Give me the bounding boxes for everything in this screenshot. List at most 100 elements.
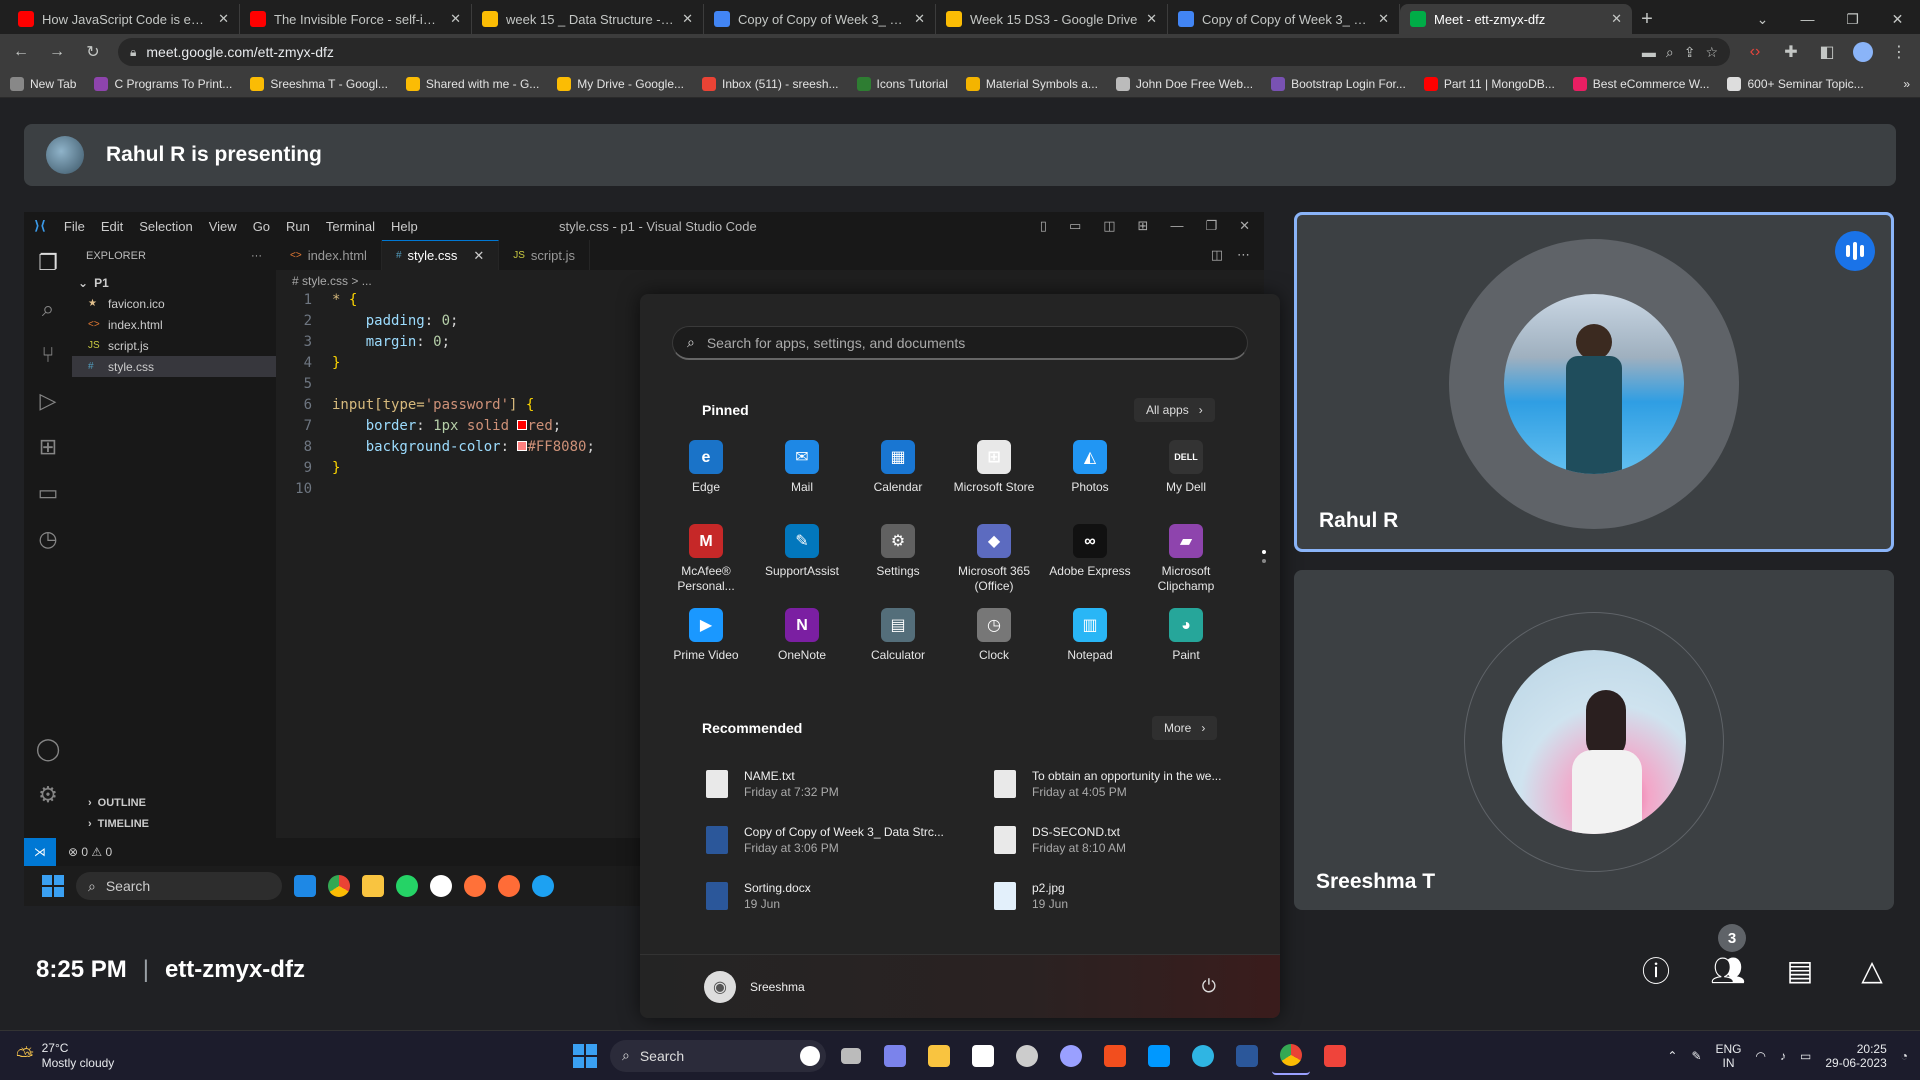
dell-icon[interactable] [1008, 1037, 1046, 1075]
remote-explorer-icon[interactable]: ▭ [24, 470, 72, 516]
split-icon[interactable]: ◫ [1103, 218, 1115, 234]
tab-close-icon[interactable]: ✕ [218, 11, 229, 27]
pinned-app[interactable]: ⊞ Microsoft Store [946, 440, 1042, 524]
pinned-app[interactable]: ▥ Notepad [1042, 608, 1138, 692]
timeline-section[interactable]: › TIMELINE [72, 813, 276, 834]
bookmark-item[interactable]: Part 11 | MongoDB... [1423, 76, 1555, 91]
pen-icon[interactable]: ✎ [1691, 1049, 1701, 1063]
minimize-icon[interactable]: — [1785, 4, 1830, 34]
editor-tab[interactable]: # style.css ✕ [381, 240, 500, 270]
file-item[interactable]: # style.css [72, 356, 276, 377]
browser-tab[interactable]: week 15 _ Data Structure - Goog ✕ [472, 4, 704, 34]
browser-tab[interactable]: How JavaScript Code is executed ✕ [8, 4, 240, 34]
side-panel-icon[interactable]: ◧ [1816, 41, 1838, 63]
tab-close-icon[interactable]: ✕ [914, 11, 925, 27]
camera-icon[interactable]: ▬ [1642, 44, 1656, 60]
share-icon[interactable]: ⇪ [1684, 44, 1696, 61]
explorer-more-icon[interactable]: ··· [251, 250, 262, 262]
bookmark-item[interactable]: Inbox (511) - sreesh... [702, 76, 839, 91]
whatsapp-taskbar-icon[interactable] [396, 875, 418, 897]
edge-icon[interactable] [1184, 1037, 1222, 1075]
folder-row[interactable]: ⌄ P1 [72, 272, 276, 293]
recommended-item[interactable]: NAME.txt Friday at 7:32 PM [706, 762, 966, 806]
app-icon[interactable] [1052, 1037, 1090, 1075]
teams-chat-icon[interactable] [876, 1037, 914, 1075]
chat-icon[interactable]: ▤ [1778, 948, 1822, 992]
recommended-item[interactable]: DS-SECOND.txt Friday at 8:10 AM [994, 818, 1254, 862]
pinned-app[interactable]: ◭ Photos [1042, 440, 1138, 524]
minimize-icon[interactable]: — [1170, 218, 1183, 234]
clock-date[interactable]: 29-06-2023 [1825, 1056, 1886, 1070]
pinned-app[interactable]: ◆ Microsoft 365 (Office) [946, 524, 1042, 608]
language-top[interactable]: ENG [1716, 1042, 1742, 1056]
tab-close-icon[interactable]: ✕ [1146, 11, 1157, 27]
vscode-icon[interactable] [1140, 1037, 1178, 1075]
pinned-app[interactable]: ▦ Calendar [850, 440, 946, 524]
menu-item[interactable]: Run [286, 219, 310, 234]
bookmark-item[interactable]: New Tab [10, 76, 76, 91]
pinned-app[interactable]: ⚙ Settings [850, 524, 946, 608]
start-search-box[interactable]: ⌕ Search for apps, settings, and documen… [672, 326, 1248, 360]
new-tab-button[interactable]: + [1632, 4, 1662, 34]
wifi-icon[interactable]: ◠ [1756, 1049, 1766, 1063]
bookmark-item[interactable]: Bootstrap Login For... [1271, 76, 1406, 91]
pinned-app[interactable]: ✎ SupportAssist [754, 524, 850, 608]
recommended-item[interactable]: p2.jpg 19 Jun [994, 874, 1254, 918]
task-view-icon[interactable] [832, 1037, 870, 1075]
pinned-app[interactable]: DELL My Dell [1138, 440, 1234, 524]
extensions-icon[interactable]: ⊞ [24, 424, 72, 470]
clock-time[interactable]: 20:25 [1857, 1042, 1887, 1056]
presenter-search-box[interactable]: ⌕ Search [76, 872, 282, 900]
menu-item[interactable]: Help [391, 219, 418, 234]
browser-tab[interactable]: Copy of Copy of Week 3_ Data S ✕ [1168, 4, 1400, 34]
run-debug-icon[interactable]: ▷ [24, 378, 72, 424]
file-explorer-taskbar-icon[interactable] [362, 875, 384, 897]
pinned-app[interactable]: e Edge [658, 440, 754, 524]
notification-bell-icon[interactable]: ◔ [1901, 1049, 1908, 1063]
tab-close-icon[interactable]: ✕ [450, 11, 461, 27]
battery-icon[interactable]: ▭ [1800, 1049, 1811, 1063]
menu-icon[interactable]: ⋮ [1888, 41, 1910, 63]
split-editor-icon[interactable]: ◫ [1211, 247, 1223, 263]
timeline-icon[interactable]: ◷ [24, 516, 72, 562]
tab-close-icon[interactable]: ✕ [682, 11, 693, 27]
editor-tab[interactable]: <> index.html [276, 240, 382, 270]
taskbar-search-box[interactable]: ⌕ Search [610, 1039, 826, 1072]
browser-tab[interactable]: Week 15 DS3 - Google Drive ✕ [936, 4, 1168, 34]
pinned-app[interactable]: ◷ Clock [946, 608, 1042, 692]
vscode-taskbar-icon[interactable] [294, 875, 316, 897]
forward-icon[interactable]: → [46, 41, 68, 63]
anydesk-icon[interactable] [1316, 1037, 1354, 1075]
participant-tile-rahul[interactable]: Rahul R [1294, 212, 1894, 552]
restore-icon[interactable]: ❐ [1830, 4, 1875, 34]
bookmark-item[interactable]: John Doe Free Web... [1115, 76, 1253, 91]
menu-item[interactable]: File [64, 219, 85, 234]
chrome-icon[interactable] [1272, 1037, 1310, 1075]
bookmark-star-icon[interactable]: ☆ [1705, 44, 1718, 61]
start-button-icon[interactable] [566, 1037, 604, 1075]
pinned-app[interactable]: ◕ Paint [1138, 608, 1234, 692]
more-actions-icon[interactable]: ⋯ [1237, 247, 1250, 263]
chrome-taskbar-icon[interactable] [328, 875, 350, 897]
address-bar[interactable]: 🔒︎ meet.google.com/ett-zmyx-dfz ▬ ⌕ ⇪ ☆ [118, 38, 1730, 66]
browser-tab[interactable]: Meet - ett-zmyx-dfz ✕ [1400, 4, 1632, 34]
bookmark-item[interactable]: Material Symbols a... [965, 76, 1098, 91]
recommended-item[interactable]: Copy of Copy of Week 3_ Data Strc... Frid… [706, 818, 966, 862]
back-icon[interactable]: ← [10, 41, 32, 63]
firefox-taskbar-icon[interactable] [464, 875, 486, 897]
explorer-icon[interactable]: ❐ [24, 240, 72, 286]
menu-item[interactable]: View [209, 219, 237, 234]
extensions-icon[interactable]: ✚ [1780, 41, 1802, 63]
devtools-extension-icon[interactable]: ‹› [1744, 41, 1766, 63]
menu-item[interactable]: Terminal [326, 219, 375, 234]
file-item[interactable]: JS script.js [72, 335, 276, 356]
figma-icon[interactable] [1096, 1037, 1134, 1075]
tab-close-icon[interactable]: ✕ [473, 248, 484, 264]
bookmark-item[interactable]: Best eCommerce W... [1572, 76, 1709, 91]
tab-search-icon[interactable]: ⌄ [1740, 4, 1785, 34]
bookmark-item[interactable]: Icons Tutorial [856, 76, 948, 91]
bing-icon[interactable] [800, 1045, 820, 1066]
more-button[interactable]: More › [1152, 716, 1218, 740]
language-bottom[interactable]: IN [1723, 1056, 1735, 1070]
file-item[interactable]: ★ favicon.ico [72, 293, 276, 314]
